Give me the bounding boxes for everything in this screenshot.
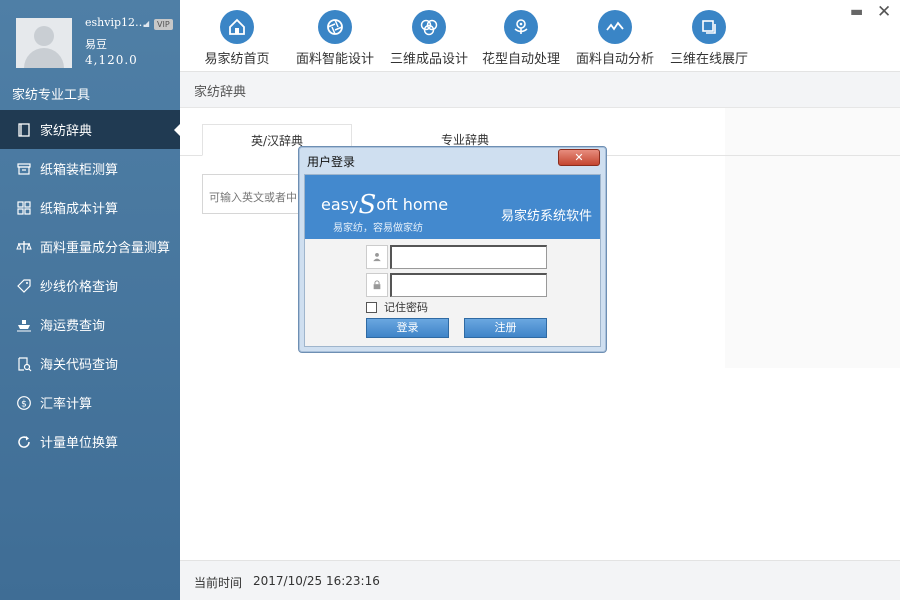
lock-icon	[366, 273, 388, 297]
sidebar-item-container-loading[interactable]: 纸箱装柜测算	[0, 149, 180, 188]
svg-text:$: $	[21, 399, 27, 409]
layers-icon	[692, 10, 726, 44]
refresh-icon	[16, 434, 32, 450]
sidebar-item-yarn-price[interactable]: 纱线价格查询	[0, 266, 180, 305]
document-search-icon	[16, 356, 32, 372]
login-dialog: 用户登录 ✕ easySoft home 易家纺，容易做家纺 易家纺系统软件 记…	[298, 146, 607, 353]
sidebar-item-label: 面料重量成分含量测算	[40, 241, 171, 256]
points-label: 易豆	[85, 38, 107, 51]
username[interactable]: eshvip12…	[85, 16, 146, 29]
toolbar-label: 面料自动分析	[575, 52, 654, 67]
vip-badge: VIP	[154, 19, 173, 30]
time-label: 当前时间	[194, 576, 243, 590]
sidebar-item-shipping[interactable]: 海运费查询	[0, 305, 180, 344]
remember-checkbox[interactable]	[366, 301, 377, 313]
brand-slogan: 易家纺，容易做家纺	[333, 223, 423, 234]
avatar[interactable]	[16, 18, 72, 68]
dialog-close-button[interactable]: ✕	[558, 149, 600, 166]
logo-s: S	[358, 190, 377, 220]
close-window-button[interactable]: ✕	[877, 2, 891, 22]
sidebar-item-label: 纱线价格查询	[40, 280, 119, 295]
minimize-button[interactable]: ▬	[850, 4, 863, 20]
box-icon	[16, 161, 32, 177]
toolbar-label: 花型自动处理	[481, 52, 560, 67]
toolbar-pattern-process[interactable]: 花型自动处理	[478, 0, 564, 72]
toolbar-fabric-analysis[interactable]: 面料自动分析	[572, 0, 658, 72]
brand-name: 易家纺系统软件	[501, 209, 593, 224]
status-bar: 当前时间 2017/10/25 16:23:16	[180, 560, 900, 600]
sidebar-item-label: 纸箱成本计算	[40, 202, 119, 217]
flower-icon	[504, 10, 538, 44]
user-profile: eshvip12… ◢ VIP 易豆 4,120.0	[0, 0, 180, 76]
tag-icon	[16, 278, 32, 294]
dialog-body: easySoft home 易家纺，容易做家纺 易家纺系统软件 记住密码 登录 …	[304, 174, 601, 347]
logo-text: oft home	[376, 195, 449, 214]
username-row	[366, 245, 547, 269]
caret-down-icon[interactable]: ◢	[143, 19, 149, 28]
brand-logo: easySoft home	[321, 187, 449, 220]
sidebar-item-dictionary[interactable]: 家纺辞典	[0, 110, 180, 149]
top-toolbar: 易家纺首页 面料智能设计 三维成品设计 花型自动处理 面料自动分析 三维在线展厅…	[180, 0, 900, 72]
username-field[interactable]	[390, 245, 547, 269]
sidebar-item-exchange-rate[interactable]: $ 汇率计算	[0, 383, 180, 422]
toolbar-3d-product[interactable]: 三维成品设计	[384, 0, 474, 72]
toolbar-fabric-design[interactable]: 面料智能设计	[290, 0, 380, 72]
chart-wave-icon	[598, 10, 632, 44]
toolbar-label: 易家纺首页	[204, 52, 270, 67]
toolbar-home[interactable]: 易家纺首页	[194, 0, 280, 72]
points-value: 4,120.0	[85, 53, 138, 67]
sidebar: eshvip12… ◢ VIP 易豆 4,120.0 家纺专业工具 家纺辞典 纸…	[0, 0, 180, 600]
login-button[interactable]: 登录	[366, 318, 449, 338]
sidebar-heading: 家纺专业工具	[12, 88, 91, 103]
password-row	[366, 273, 547, 297]
toolbar-label: 三维在线展厅	[669, 52, 748, 67]
sidebar-item-carton-cost[interactable]: 纸箱成本计算	[0, 188, 180, 227]
dialog-banner: easySoft home 易家纺，容易做家纺 易家纺系统软件	[305, 175, 600, 239]
grid-icon	[16, 200, 32, 216]
time-value: 2017/10/25 16:23:16	[253, 574, 380, 588]
remember-password[interactable]: 记住密码	[366, 299, 428, 315]
dialog-title: 用户登录	[307, 155, 356, 169]
sidebar-item-label: 海运费查询	[40, 319, 106, 334]
toolbar-label: 面料智能设计	[295, 52, 374, 67]
user-icon	[366, 245, 388, 269]
sidebar-item-label: 纸箱装柜测算	[40, 163, 119, 178]
remember-label: 记住密码	[384, 301, 428, 314]
sidebar-menu: 家纺辞典 纸箱装柜测算 纸箱成本计算 面料重量成分含量测算 纱线价格查询 海运费…	[0, 110, 180, 461]
toolbar-label: 三维成品设计	[389, 52, 468, 67]
sidebar-item-customs-code[interactable]: 海关代码查询	[0, 344, 180, 383]
sidebar-item-label: 海关代码查询	[40, 358, 119, 373]
rings-icon	[412, 10, 446, 44]
register-button[interactable]: 注册	[464, 318, 547, 338]
aperture-icon	[318, 10, 352, 44]
sidebar-item-label: 家纺辞典	[40, 124, 93, 139]
password-field[interactable]	[390, 273, 547, 297]
sidebar-item-unit-conversion[interactable]: 计量单位换算	[0, 422, 180, 461]
dollar-icon: $	[16, 395, 32, 411]
home-icon	[220, 10, 254, 44]
breadcrumb: 家纺辞典	[194, 85, 247, 100]
sidebar-item-fabric-weight[interactable]: 面料重量成分含量测算	[0, 227, 180, 266]
sidebar-item-label: 计量单位换算	[40, 436, 119, 451]
ship-icon	[16, 317, 32, 333]
scale-icon	[16, 239, 32, 255]
sidebar-item-label: 汇率计算	[40, 397, 93, 412]
book-icon	[16, 122, 32, 138]
breadcrumb-bar: 家纺辞典	[180, 72, 900, 108]
logo-text: easy	[321, 195, 359, 214]
toolbar-3d-showroom[interactable]: 三维在线展厅	[666, 0, 752, 72]
